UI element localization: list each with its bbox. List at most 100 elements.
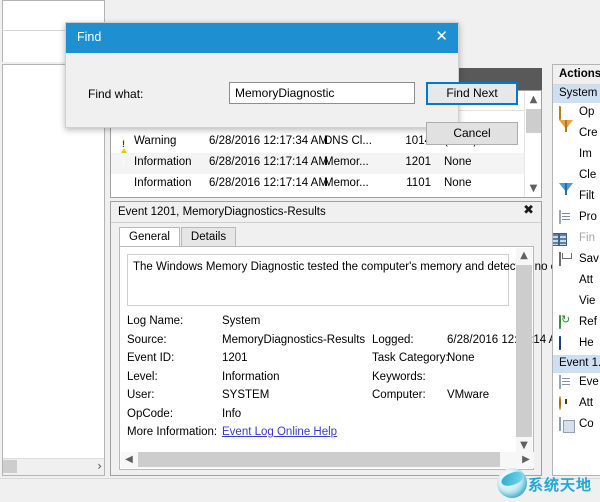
- field-row: Event ID: 1201 Task Category: None: [127, 352, 517, 371]
- field-label-secondary: Keywords:: [372, 370, 426, 383]
- open-saved-log-icon: [559, 106, 574, 120]
- save-icon: [559, 252, 574, 267]
- close-icon[interactable]: ✖: [523, 204, 534, 218]
- action-item[interactable]: He: [553, 334, 600, 355]
- attach-task-icon: [559, 396, 574, 411]
- action-item[interactable]: Eve: [553, 373, 600, 394]
- find-what-input[interactable]: MemoryDiagnostic: [229, 82, 415, 104]
- find-dialog-titlebar[interactable]: Find ✕: [66, 23, 458, 53]
- field-value: Information: [222, 370, 280, 383]
- chevron-right-icon[interactable]: ›: [97, 459, 102, 473]
- copy-icon: [559, 417, 574, 432]
- field-row: Source: MemoryDiagnostics-Results Logged: 6…: [127, 333, 566, 353]
- action-item[interactable]: Sav: [553, 250, 600, 271]
- field-label: Event ID:: [127, 352, 175, 364]
- actions-group-header: Event 1...: [553, 355, 600, 373]
- cell-date: 6/28/2016 12:17:14 AM: [209, 177, 328, 189]
- action-item-label: Cle: [579, 169, 597, 181]
- tab-general[interactable]: General: [119, 227, 180, 246]
- details-horizontal-scrollbar[interactable]: ◀ ▶: [121, 452, 534, 468]
- event-details-tabs[interactable]: General Details: [119, 227, 237, 247]
- action-item-label: Fin: [579, 232, 595, 244]
- scrollbar-thumb[interactable]: [138, 452, 500, 467]
- field-value-secondary: VMware: [447, 389, 490, 401]
- actions-group-label: System: [559, 87, 598, 99]
- information-icon: [116, 177, 131, 192]
- action-item[interactable]: Ref: [553, 313, 600, 334]
- action-item[interactable]: Cre: [553, 120, 600, 145]
- action-item[interactable]: Fin: [553, 229, 600, 250]
- watermark: 系统天地: [497, 466, 597, 500]
- scrollbar-thumb[interactable]: [526, 109, 541, 133]
- none: [559, 274, 574, 288]
- field-value-secondary: None: [447, 352, 475, 364]
- action-item-label: Op: [579, 106, 595, 118]
- field-label-secondary: Task Category:: [372, 352, 449, 364]
- cell-event-id: 1201: [405, 156, 431, 168]
- field-value: 1201: [222, 352, 248, 364]
- cell-date: 6/28/2016 12:17:14 AM: [209, 156, 328, 168]
- action-item-label: Pro: [579, 211, 597, 223]
- find-dialog-title: Find: [77, 30, 102, 44]
- field-label-secondary: Logged:: [372, 333, 414, 346]
- scrollbar-thumb[interactable]: [3, 460, 17, 473]
- scrollbar-thumb[interactable]: [516, 265, 532, 437]
- close-icon[interactable]: ✕: [435, 28, 448, 44]
- event-log-online-help-link[interactable]: Event Log Online Help: [222, 426, 337, 438]
- action-item[interactable]: Filt: [553, 183, 600, 208]
- event-details-title: Event 1201, MemoryDiagnostics-Results: [118, 206, 326, 218]
- cell-level: Information: [134, 177, 192, 189]
- action-item[interactable]: Att: [553, 271, 600, 292]
- action-item-label: Im: [579, 148, 592, 160]
- field-label: More Information:: [127, 426, 218, 438]
- cell-category: None: [444, 156, 472, 168]
- field-value: SYSTEM: [222, 389, 270, 401]
- tab-details[interactable]: Details: [180, 227, 237, 246]
- field-label: OpCode:: [127, 407, 174, 420]
- actions-group-label: Event 1...: [559, 357, 600, 369]
- details-vertical-scrollbar[interactable]: ▲ ▼: [516, 248, 532, 454]
- chevron-down-icon[interactable]: ▼: [525, 180, 541, 197]
- action-item-label: Cre: [579, 127, 598, 139]
- action-item[interactable]: Pro: [553, 208, 600, 229]
- action-item-label: He: [579, 337, 594, 349]
- chevron-up-icon[interactable]: ▲: [516, 248, 532, 264]
- find-what-value: MemoryDiagnostic: [235, 86, 335, 100]
- table-row[interactable]: Information 6/28/2016 12:17:14 AM Memor...…: [111, 153, 525, 174]
- action-item[interactable]: Att: [553, 394, 600, 415]
- field-row: Log Name: System: [127, 315, 517, 334]
- chevron-left-icon[interactable]: ◀: [121, 452, 137, 468]
- cell-date: 6/28/2016 12:17:34 AM: [209, 135, 328, 147]
- field-value: Info: [222, 407, 242, 420]
- action-item-label: Eve: [579, 376, 599, 388]
- chevron-up-icon[interactable]: ▲: [525, 91, 541, 108]
- find-next-button[interactable]: Find Next: [426, 82, 518, 105]
- find-dialog: Find ✕ Find what: MemoryDiagnostic Find …: [65, 22, 518, 145]
- event-message-text: The Windows Memory Diagnostic tested the…: [133, 261, 581, 273]
- none: [559, 295, 574, 309]
- table-row[interactable]: Information 6/28/2016 12:17:14 AM Memor...…: [111, 174, 525, 195]
- event-list-vertical-scrollbar[interactable]: ▲ ▼: [524, 91, 541, 197]
- actions-pane: Actions System Op Cre Im Cle Filt Pro Fin Sav Att…: [552, 64, 600, 476]
- action-item-label: Vie: [579, 295, 596, 307]
- action-item-label: Co: [579, 418, 594, 430]
- actions-pane-title: Actions: [553, 65, 600, 85]
- action-item[interactable]: Co: [553, 415, 600, 436]
- cell-event-id: 1101: [406, 177, 431, 189]
- event-viewer-window: ices Lo › Syst Lev EWarning6/28/2016 12:…: [0, 0, 600, 502]
- action-item-label: Sav: [579, 253, 599, 265]
- event-message-box[interactable]: The Windows Memory Diagnostic tested the…: [127, 254, 581, 306]
- information-icon: [116, 156, 131, 171]
- field-label-secondary: Computer:: [372, 389, 426, 401]
- actions-group-header: System: [553, 85, 600, 103]
- actions-title-label: Actions: [559, 68, 600, 80]
- action-item-label: Ref: [579, 316, 597, 328]
- event-field-grid: Log Name: System Source: MemoryDiagnostics-…: [127, 315, 566, 445]
- action-item[interactable]: Vie: [553, 292, 600, 313]
- cell-source: DNS Cl...: [324, 135, 372, 147]
- field-label: Log Name:: [127, 315, 184, 327]
- action-item[interactable]: Im: [553, 145, 600, 166]
- cancel-button[interactable]: Cancel: [426, 122, 518, 145]
- none: [559, 169, 574, 183]
- tree-horizontal-scrollbar[interactable]: ›: [3, 458, 104, 475]
